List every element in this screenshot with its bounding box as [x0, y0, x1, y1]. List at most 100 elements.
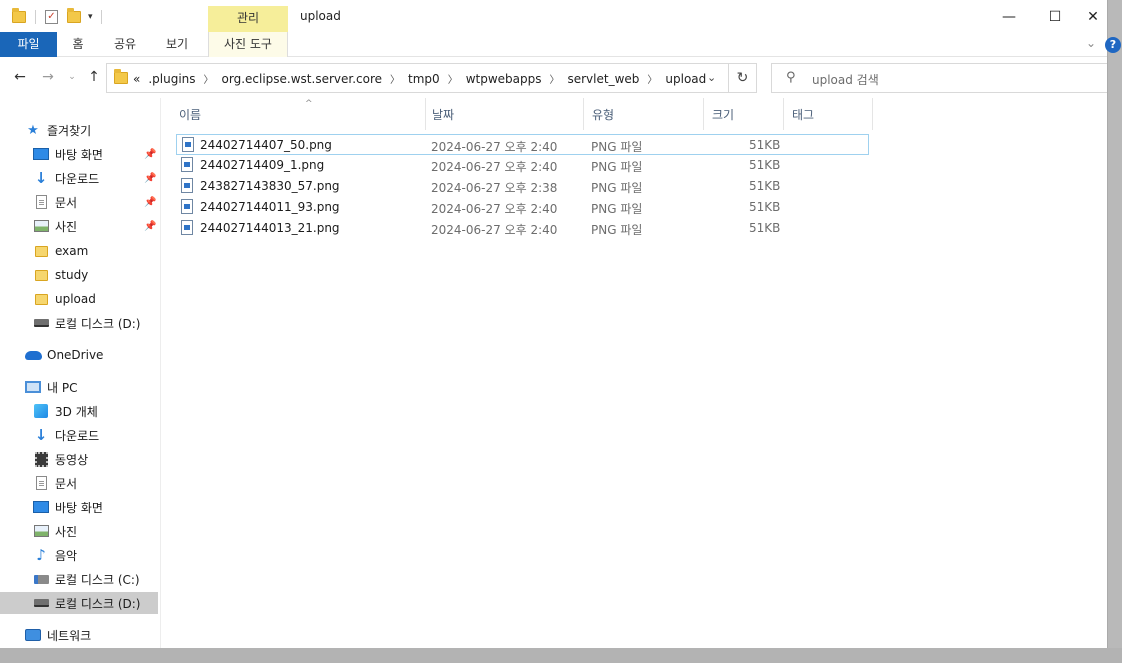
file-name: 24402714409_1.png: [200, 158, 325, 172]
video-icon: [32, 451, 50, 467]
desktop-background-bottom: [0, 648, 1122, 663]
png-file-icon: [181, 220, 193, 235]
properties-icon[interactable]: ✓: [45, 10, 58, 24]
file-date: 2024-06-27 오후 2:40: [431, 223, 558, 237]
search-input[interactable]: upload 검색: [812, 71, 879, 88]
file-type: PNG 파일: [591, 160, 643, 174]
breadcrumb: « .plugins 〉 org.eclipse.wst.server.core…: [133, 71, 706, 87]
context-group-label: 관리: [208, 6, 288, 32]
download-icon: ↓: [34, 426, 48, 444]
tab-picture-tools[interactable]: 사진 도구: [208, 32, 288, 57]
pin-icon[interactable]: 📌: [144, 149, 156, 160]
nav-onedrive[interactable]: OneDrive: [24, 344, 184, 366]
sort-ascending-icon: ^: [305, 99, 313, 109]
column-header-date[interactable]: 날짜: [424, 98, 584, 130]
help-icon[interactable]: ?: [1105, 37, 1121, 53]
pictures-icon: [32, 523, 50, 539]
png-file-icon: [181, 178, 193, 193]
desktop-icon: [32, 499, 50, 515]
column-header-type[interactable]: 유형: [584, 98, 704, 130]
column-header-tags[interactable]: 태그: [784, 98, 873, 130]
customize-toolbar-icon[interactable]: ▾: [88, 12, 93, 22]
breadcrumb-item[interactable]: servlet_web: [567, 72, 639, 86]
file-type: PNG 파일: [591, 223, 643, 237]
pictures-icon: [32, 218, 50, 234]
file-type: PNG 파일: [591, 202, 643, 216]
pin-icon[interactable]: 📌: [144, 221, 156, 232]
nav-network[interactable]: 네트워크: [24, 624, 184, 646]
address-row: ← → ⌄ ↑ « .plugins 〉 org.eclipse.wst.ser…: [0, 58, 1107, 98]
refresh-button[interactable]: ↻: [729, 63, 757, 93]
desktop-icon: [32, 146, 50, 162]
cloud-icon: [24, 347, 42, 363]
pin-icon[interactable]: 📌: [144, 197, 156, 208]
chevron-right-icon[interactable]: 〉: [647, 71, 657, 86]
column-header-size[interactable]: 크기: [704, 98, 784, 130]
network-icon: [24, 627, 42, 643]
back-arrow-icon[interactable]: ←: [10, 67, 30, 87]
document-icon: [32, 475, 50, 491]
tab-home[interactable]: 홈: [62, 32, 94, 57]
file-type: PNG 파일: [591, 181, 643, 195]
star-icon: ★: [27, 122, 39, 138]
up-arrow-icon[interactable]: ↑: [84, 67, 104, 87]
file-name: 24402714407_50.png: [200, 138, 332, 152]
png-file-icon: [181, 157, 193, 172]
minimize-button[interactable]: —: [986, 6, 1032, 28]
file-row[interactable]: 24402714407_50.png 2024-06-27 오후 2:40 PN…: [176, 134, 869, 155]
new-folder-icon[interactable]: [67, 8, 81, 23]
download-icon: ↓: [34, 169, 48, 187]
breadcrumb-item[interactable]: .plugins: [148, 72, 195, 86]
tab-file[interactable]: 파일: [0, 32, 57, 57]
file-size: 51KB: [749, 221, 781, 235]
pin-icon[interactable]: 📌: [144, 173, 156, 184]
file-size: 51KB: [749, 200, 781, 214]
folder-icon: [32, 243, 50, 259]
column-header-name[interactable]: 이름 ^: [171, 98, 426, 130]
drive-icon: [32, 315, 50, 331]
nav-quick-access[interactable]: ★ 즐겨찾기: [24, 119, 184, 141]
ribbon-tabs: 파일 홈 공유 보기 사진 도구 ⌄: [0, 32, 1107, 57]
file-row[interactable]: 243827143830_57.png 2024-06-27 오후 2:38 P…: [176, 176, 869, 197]
breadcrumb-item[interactable]: tmp0: [408, 72, 440, 86]
toolbar-divider: [100, 10, 102, 24]
tab-view[interactable]: 보기: [158, 32, 196, 57]
tab-share[interactable]: 공유: [106, 32, 144, 57]
chevron-right-icon[interactable]: 〉: [448, 71, 458, 86]
png-file-icon: [182, 137, 194, 152]
folder-icon: [32, 291, 50, 307]
file-size: 51KB: [749, 158, 781, 172]
breadcrumb-item[interactable]: upload: [665, 72, 706, 86]
file-name: 243827143830_57.png: [200, 179, 340, 193]
file-explorer-window: ✓ ▾ 관리 upload — ☐ ✕ 파일 홈 공유 보기 사진 도구 ⌄ ←…: [0, 0, 1108, 648]
search-icon: ⚲: [786, 70, 796, 85]
file-type: PNG 파일: [591, 140, 643, 154]
nav-drive-d[interactable]: 로컬 디스크 (D:): [0, 592, 158, 614]
toolbar-divider: [35, 10, 36, 24]
close-button[interactable]: ✕: [1078, 6, 1107, 28]
breadcrumb-item[interactable]: wtpwebapps: [466, 72, 542, 86]
expand-ribbon-icon[interactable]: ⌄: [1086, 36, 1096, 50]
chevron-right-icon[interactable]: 〉: [549, 71, 559, 86]
window-title: upload: [300, 9, 341, 23]
chevron-right-icon[interactable]: 〉: [390, 71, 400, 86]
file-row[interactable]: 244027144013_21.png 2024-06-27 오후 2:40 P…: [176, 218, 869, 239]
recent-locations-icon[interactable]: ⌄: [62, 67, 82, 87]
chevron-down-icon[interactable]: ⌄: [707, 71, 716, 84]
chevron-right-icon[interactable]: 〉: [204, 71, 214, 86]
maximize-button[interactable]: ☐: [1032, 6, 1078, 28]
breadcrumb-item[interactable]: org.eclipse.wst.server.core: [222, 72, 383, 86]
forward-arrow-icon[interactable]: →: [38, 67, 58, 87]
address-bar[interactable]: « .plugins 〉 org.eclipse.wst.server.core…: [106, 63, 729, 93]
file-row[interactable]: 24402714409_1.png 2024-06-27 오후 2:40 PNG…: [176, 155, 869, 176]
quick-access-toolbar: ✓ ▾: [12, 8, 102, 25]
file-row[interactable]: 244027144011_93.png 2024-06-27 오후 2:40 P…: [176, 197, 869, 218]
drive-icon: [32, 595, 50, 611]
document-icon: [32, 194, 50, 210]
system-drive-icon: [32, 571, 50, 587]
nav-this-pc[interactable]: 내 PC: [24, 376, 184, 398]
file-date: 2024-06-27 오후 2:38: [431, 181, 558, 195]
file-list: 이름 ^ 날짜 유형 크기 태그 24402714407_50.png 2024…: [161, 98, 1107, 648]
breadcrumb-overflow[interactable]: «: [133, 72, 140, 86]
search-box[interactable]: ⚲ upload 검색: [771, 63, 1107, 93]
